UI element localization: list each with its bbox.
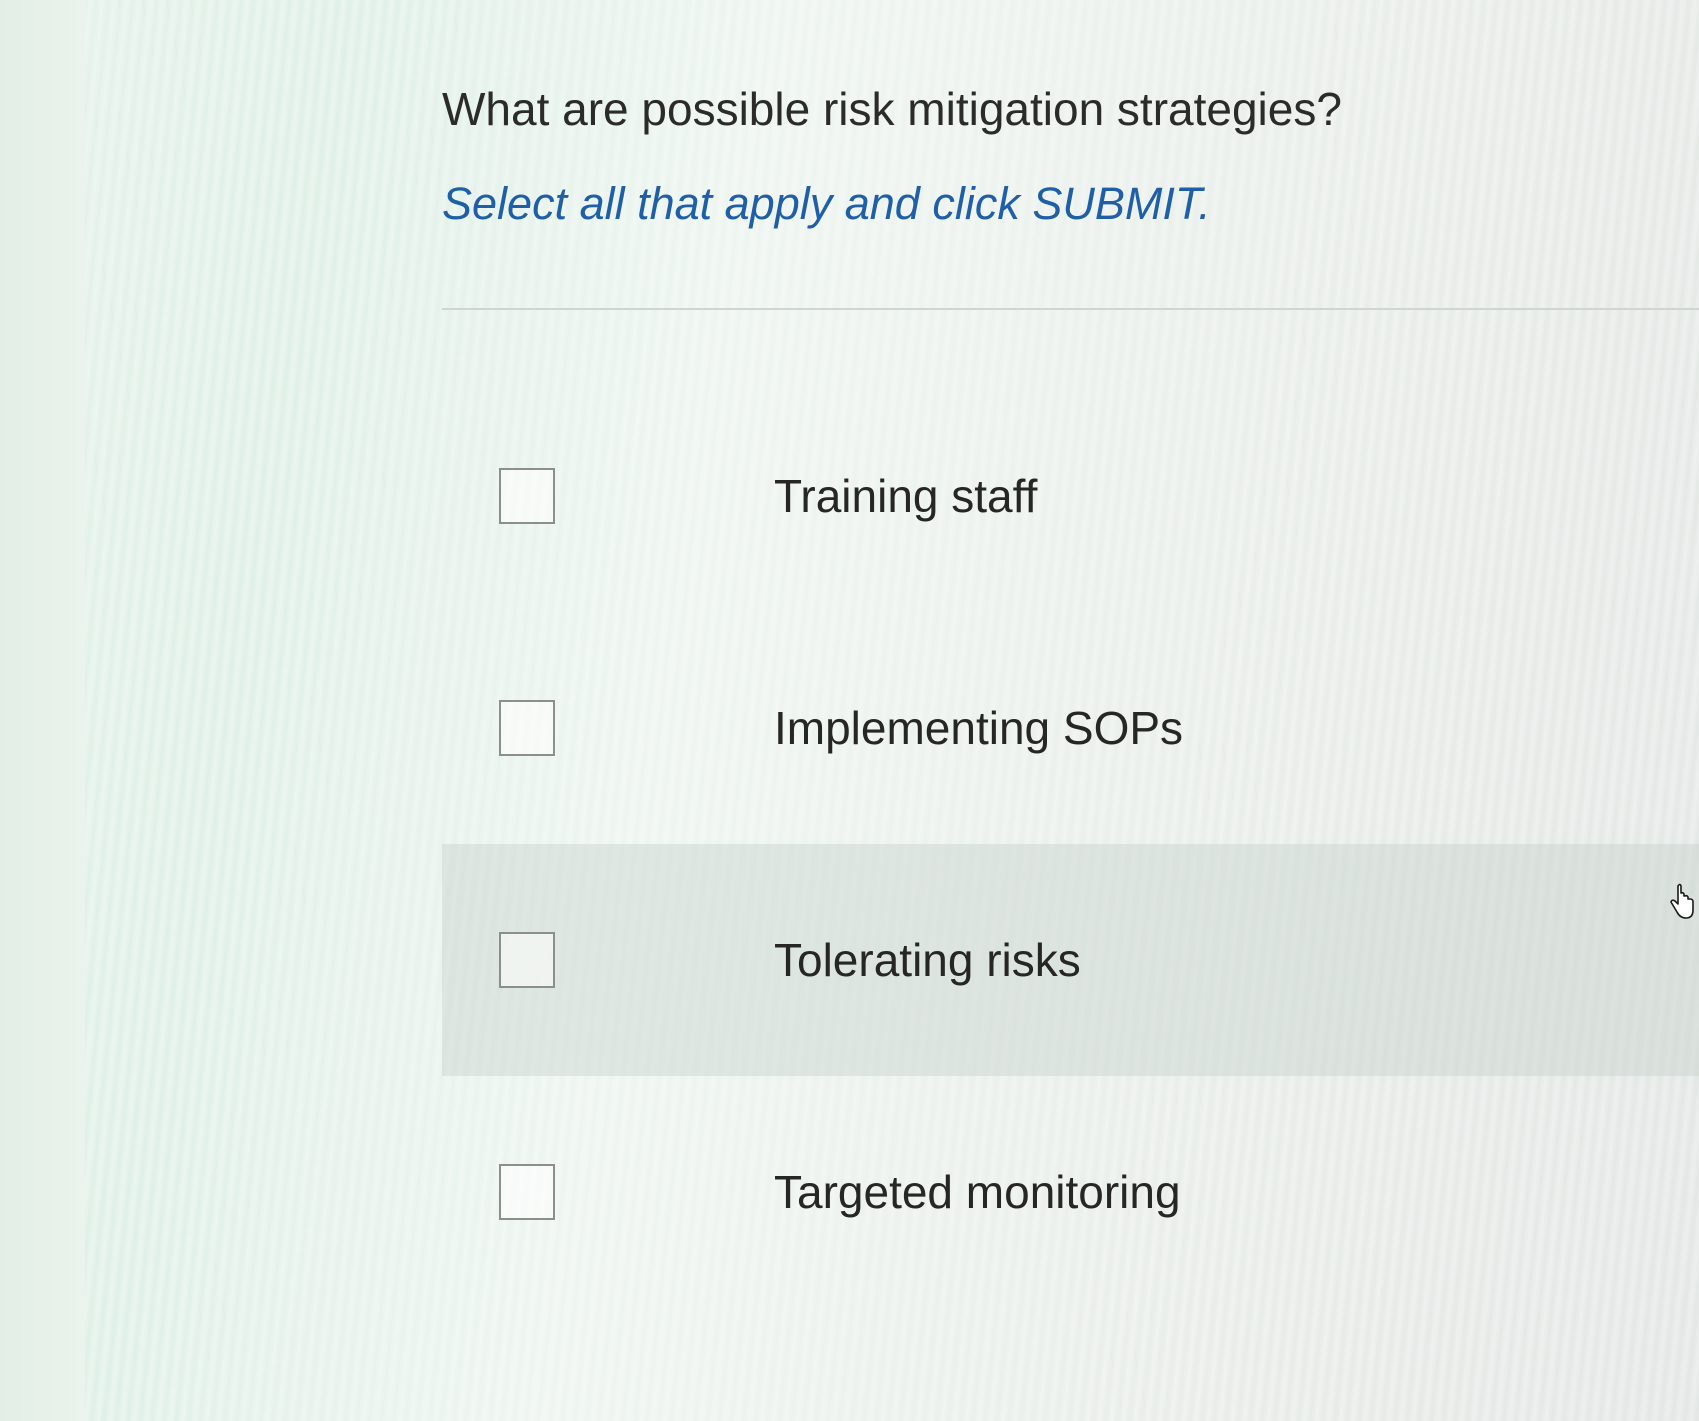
option-label: Tolerating risks: [774, 934, 1081, 986]
question-title: What are possible risk mitigation strate…: [442, 83, 1342, 135]
answer-option[interactable]: Targeted monitoring: [442, 1076, 1699, 1308]
checkbox[interactable]: [499, 468, 555, 524]
checkbox[interactable]: [499, 1164, 555, 1220]
hand-pointer-icon: [1670, 883, 1694, 919]
answer-options-list: Training staff Implementing SOPs Tolerat…: [442, 380, 1699, 1308]
option-label: Implementing SOPs: [774, 702, 1184, 754]
option-label: Training staff: [774, 470, 1038, 522]
answer-option[interactable]: Training staff: [442, 380, 1699, 612]
question-panel: What are possible risk mitigation strate…: [85, 0, 1699, 1421]
answer-option-hovered[interactable]: Tolerating risks: [442, 844, 1699, 1076]
checkbox[interactable]: [499, 700, 555, 756]
divider: [442, 308, 1699, 310]
left-margin-strip: [0, 0, 85, 1421]
checkbox[interactable]: [499, 932, 555, 988]
instruction-text: Select all that apply and click SUBMIT.: [442, 178, 1211, 229]
option-label: Targeted monitoring: [774, 1166, 1181, 1218]
answer-option[interactable]: Implementing SOPs: [442, 612, 1699, 844]
